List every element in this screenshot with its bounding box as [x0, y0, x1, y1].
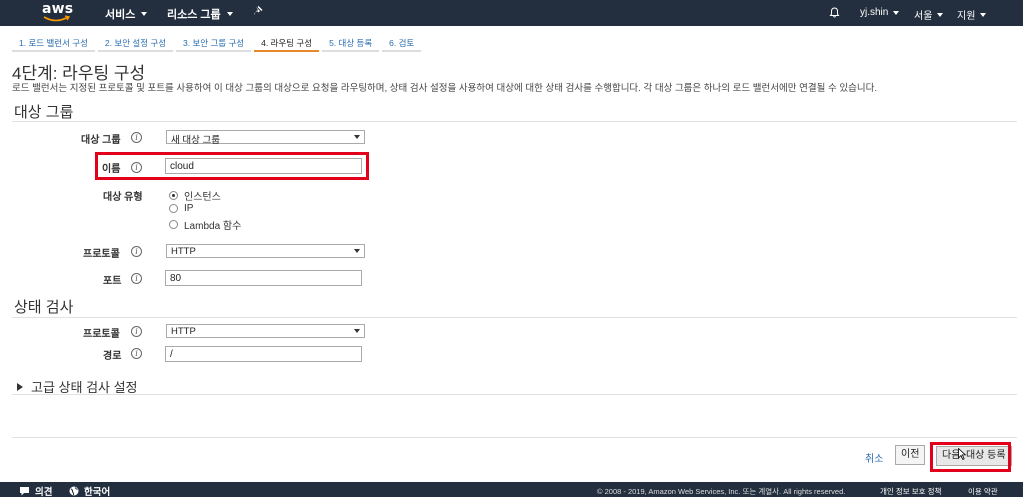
resource-groups-menu[interactable]: 리소스 그룹 [167, 6, 233, 22]
language-selector[interactable]: 한국어 [69, 484, 110, 497]
highlight-box-next [930, 442, 1011, 472]
language-label: 한국어 [84, 487, 111, 497]
health-check-path-label: 경로 [103, 351, 122, 362]
section-divider [12, 394, 1017, 395]
top-navigation-bar: aws 서비스 리소스 그룹 yj.shin 서울 지원 [0, 0, 1023, 26]
chevron-down-icon [893, 10, 900, 15]
radio-selected-icon [169, 191, 178, 200]
target-type-lambda-label: Lambda 함수 [184, 221, 242, 232]
step-register-targets[interactable]: 5. 대상 등록 [322, 34, 380, 52]
port-input[interactable]: 80 [165, 270, 362, 286]
pin-button[interactable] [253, 6, 263, 16]
bottom-bar: 의견 한국어 © 2008 - 2019, Amazon Web Service… [0, 482, 1023, 497]
support-menu[interactable]: 지원 [957, 7, 987, 22]
chevron-down-icon [226, 12, 233, 16]
region-menu[interactable]: 서울 [914, 7, 944, 22]
info-icon[interactable]: i [131, 246, 142, 257]
highlight-box-name [95, 152, 369, 180]
previous-button[interactable]: 이전 [895, 445, 926, 465]
section-divider [12, 317, 1017, 318]
mouse-cursor-icon [958, 448, 966, 460]
health-check-protocol-label: 프로토콜 [83, 329, 120, 340]
bell-icon [829, 7, 840, 18]
protocol-select-value: HTTP [171, 246, 196, 257]
privacy-policy-link[interactable]: 개인 정보 보호 정책 [880, 486, 941, 497]
dropdown-arrow-icon [354, 135, 360, 139]
wizard-steps: 1. 로드 밸런서 구성 2. 보안 설정 구성 3. 보안 그룹 구성 4. … [12, 34, 424, 52]
target-group-select-value: 새 대상 그룹 [171, 135, 220, 146]
services-menu[interactable]: 서비스 [105, 6, 148, 22]
protocol-label: 프로토콜 [83, 249, 120, 260]
info-icon[interactable]: i [131, 326, 142, 337]
info-icon[interactable]: i [131, 132, 142, 143]
dropdown-arrow-icon [354, 249, 360, 253]
footer-divider [12, 437, 1017, 438]
radio-unselected-icon [169, 204, 178, 213]
step-configure-load-balancer[interactable]: 1. 로드 밸런서 구성 [12, 34, 95, 52]
speech-bubble-icon [20, 487, 29, 496]
feedback-button[interactable]: 의견 [19, 484, 52, 497]
copyright-text: © 2008 - 2019, Amazon Web Services, Inc.… [597, 487, 846, 496]
chevron-down-icon [141, 12, 148, 16]
step-configure-routing[interactable]: 4. 라우팅 구성 [254, 34, 320, 52]
health-check-protocol-select[interactable]: HTTP [166, 324, 365, 338]
info-icon[interactable]: i [131, 273, 142, 284]
feedback-label: 의견 [35, 487, 53, 497]
health-check-section-title: 상태 검사 [14, 299, 74, 316]
target-group-label: 대상 그룹 [81, 135, 121, 146]
radio-unselected-icon [169, 220, 178, 229]
section-divider [12, 121, 1017, 122]
globe-icon [69, 486, 79, 496]
port-label: 포트 [103, 276, 122, 287]
chevron-down-icon [980, 12, 987, 17]
pin-icon [254, 6, 263, 15]
aws-logo[interactable]: aws [42, 1, 73, 23]
health-check-path-input[interactable]: / [165, 346, 362, 362]
info-icon[interactable]: i [131, 348, 142, 359]
dropdown-arrow-icon [354, 329, 360, 333]
terms-of-use-link[interactable]: 이용 약관 [968, 486, 998, 497]
protocol-select[interactable]: HTTP [166, 244, 365, 258]
caret-right-icon [17, 382, 23, 391]
target-type-ip-label: IP [184, 203, 194, 214]
step-review[interactable]: 6. 검토 [382, 34, 422, 52]
services-label: 서비스 [105, 9, 136, 21]
support-label: 지원 [957, 11, 976, 22]
chevron-down-icon [937, 12, 944, 17]
target-type-ip-radio[interactable]: IP [169, 203, 193, 214]
aws-smile-icon [43, 15, 71, 22]
target-group-section-title: 대상 그룹 [14, 104, 74, 121]
account-menu[interactable]: yj.shin [860, 7, 900, 18]
health-check-protocol-value: HTTP [171, 326, 196, 337]
account-name: yj.shin [860, 7, 889, 18]
page-description: 로드 밸런서는 지정된 프로토콜 및 포트를 사용하여 이 대상 그룹의 대상으… [12, 83, 877, 94]
step-configure-security-settings[interactable]: 2. 보안 설정 구성 [97, 34, 174, 52]
target-type-instance-radio[interactable]: 인스턴스 [169, 188, 221, 203]
target-type-label: 대상 유형 [103, 192, 143, 203]
target-type-lambda-radio[interactable]: Lambda 함수 [169, 217, 241, 232]
target-group-select[interactable]: 새 대상 그룹 [166, 130, 365, 146]
step-configure-security-groups[interactable]: 3. 보안 그룹 구성 [176, 34, 252, 52]
notifications-button[interactable] [829, 7, 840, 18]
target-type-instance-label: 인스턴스 [184, 192, 221, 203]
region-label: 서울 [914, 11, 933, 22]
resource-groups-label: 리소스 그룹 [167, 9, 221, 21]
cancel-link[interactable]: 취소 [865, 450, 883, 465]
